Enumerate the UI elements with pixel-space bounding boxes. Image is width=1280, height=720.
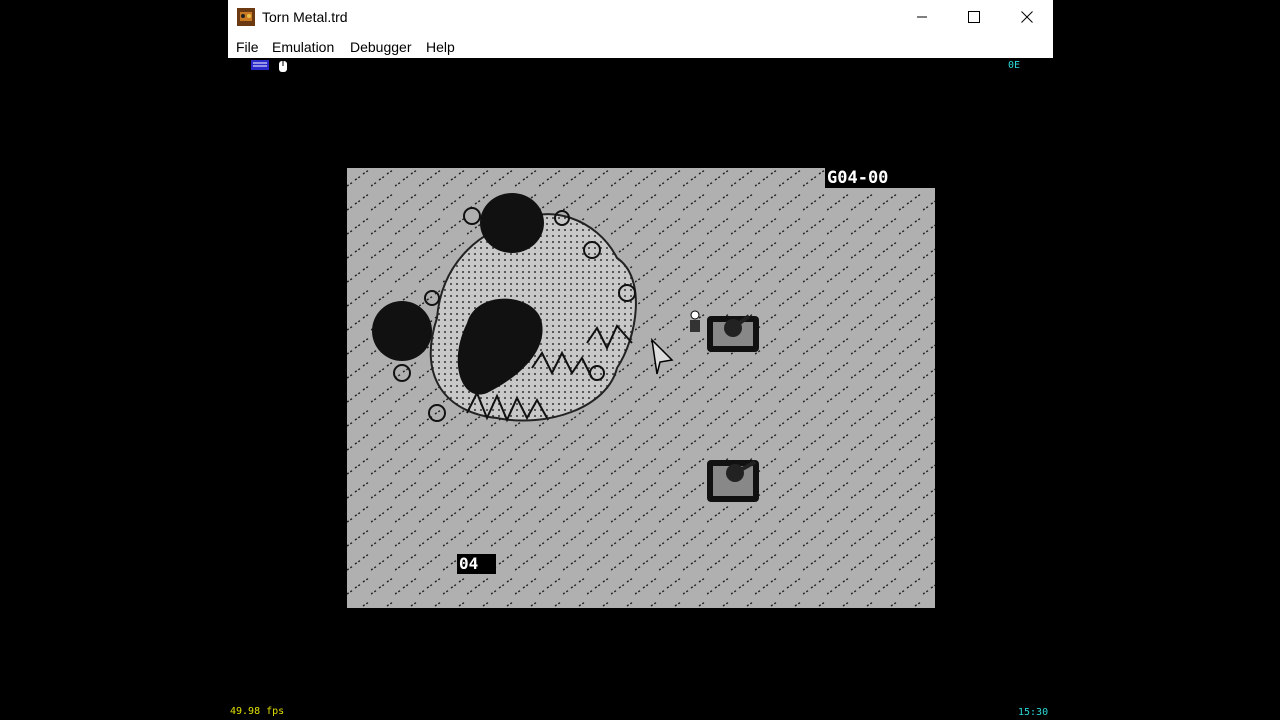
- clock-display: 15:30: [1018, 707, 1049, 718]
- status-code: 0E: [1008, 60, 1021, 71]
- menu-debugger[interactable]: Debugger: [350, 39, 412, 55]
- menu-emulation[interactable]: Emulation: [272, 39, 334, 55]
- soldier-sprite: [690, 310, 700, 332]
- mouse-indicator-icon: [279, 61, 287, 72]
- score-display: G04-00: [825, 168, 937, 188]
- title-bar[interactable]: Torn Metal.trd: [228, 0, 1053, 34]
- keyboard-indicator-icon: [251, 60, 269, 70]
- joystick-app-icon: [237, 8, 255, 26]
- emulator-window: Torn Metal.trd File Emulation Debugger H…: [228, 0, 1053, 720]
- minimize-icon: [917, 16, 927, 18]
- game-screen: [347, 168, 935, 608]
- ammo-counter: 04: [457, 554, 496, 574]
- emulator-display[interactable]: 0E G04-00 04 49.98 fps 15:30: [228, 58, 1053, 720]
- enemy-tank-2: [707, 460, 759, 502]
- maximize-button[interactable]: [948, 0, 1000, 34]
- fps-counter: 49.98 fps: [230, 706, 285, 717]
- menu-bar: File Emulation Debugger Help: [228, 34, 1053, 58]
- close-button[interactable]: [1001, 0, 1053, 34]
- menu-file[interactable]: File: [236, 39, 259, 55]
- close-icon: [1021, 11, 1033, 23]
- minimize-button[interactable]: [896, 0, 948, 34]
- maximize-icon: [968, 11, 980, 23]
- window-title: Torn Metal.trd: [262, 9, 348, 25]
- enemy-tank-1: [707, 314, 759, 352]
- menu-help[interactable]: Help: [426, 39, 455, 55]
